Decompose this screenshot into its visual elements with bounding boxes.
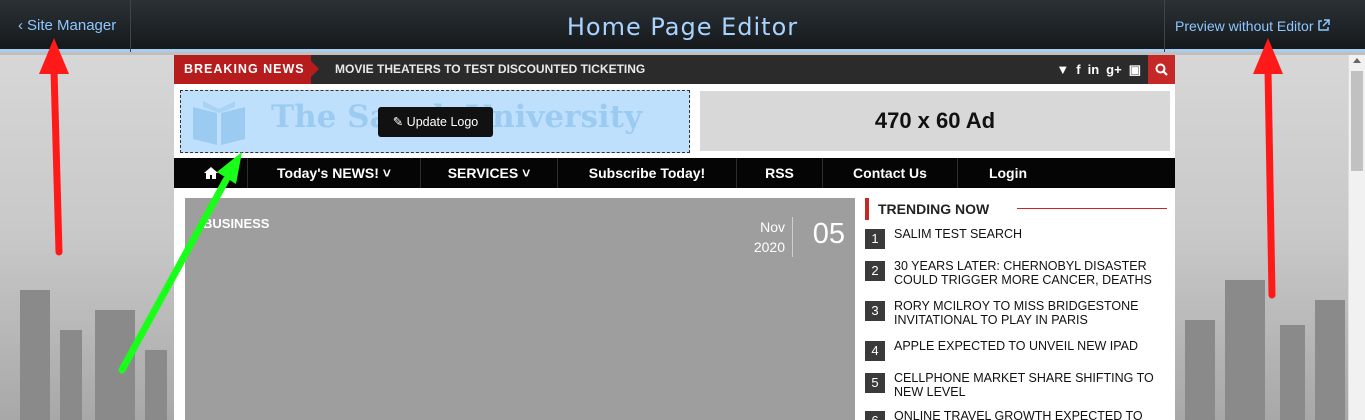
annotation-arrows <box>39 38 1283 374</box>
green-arrow <box>118 152 242 374</box>
red-arrow-right <box>1253 38 1283 299</box>
red-arrow-left <box>39 38 69 256</box>
